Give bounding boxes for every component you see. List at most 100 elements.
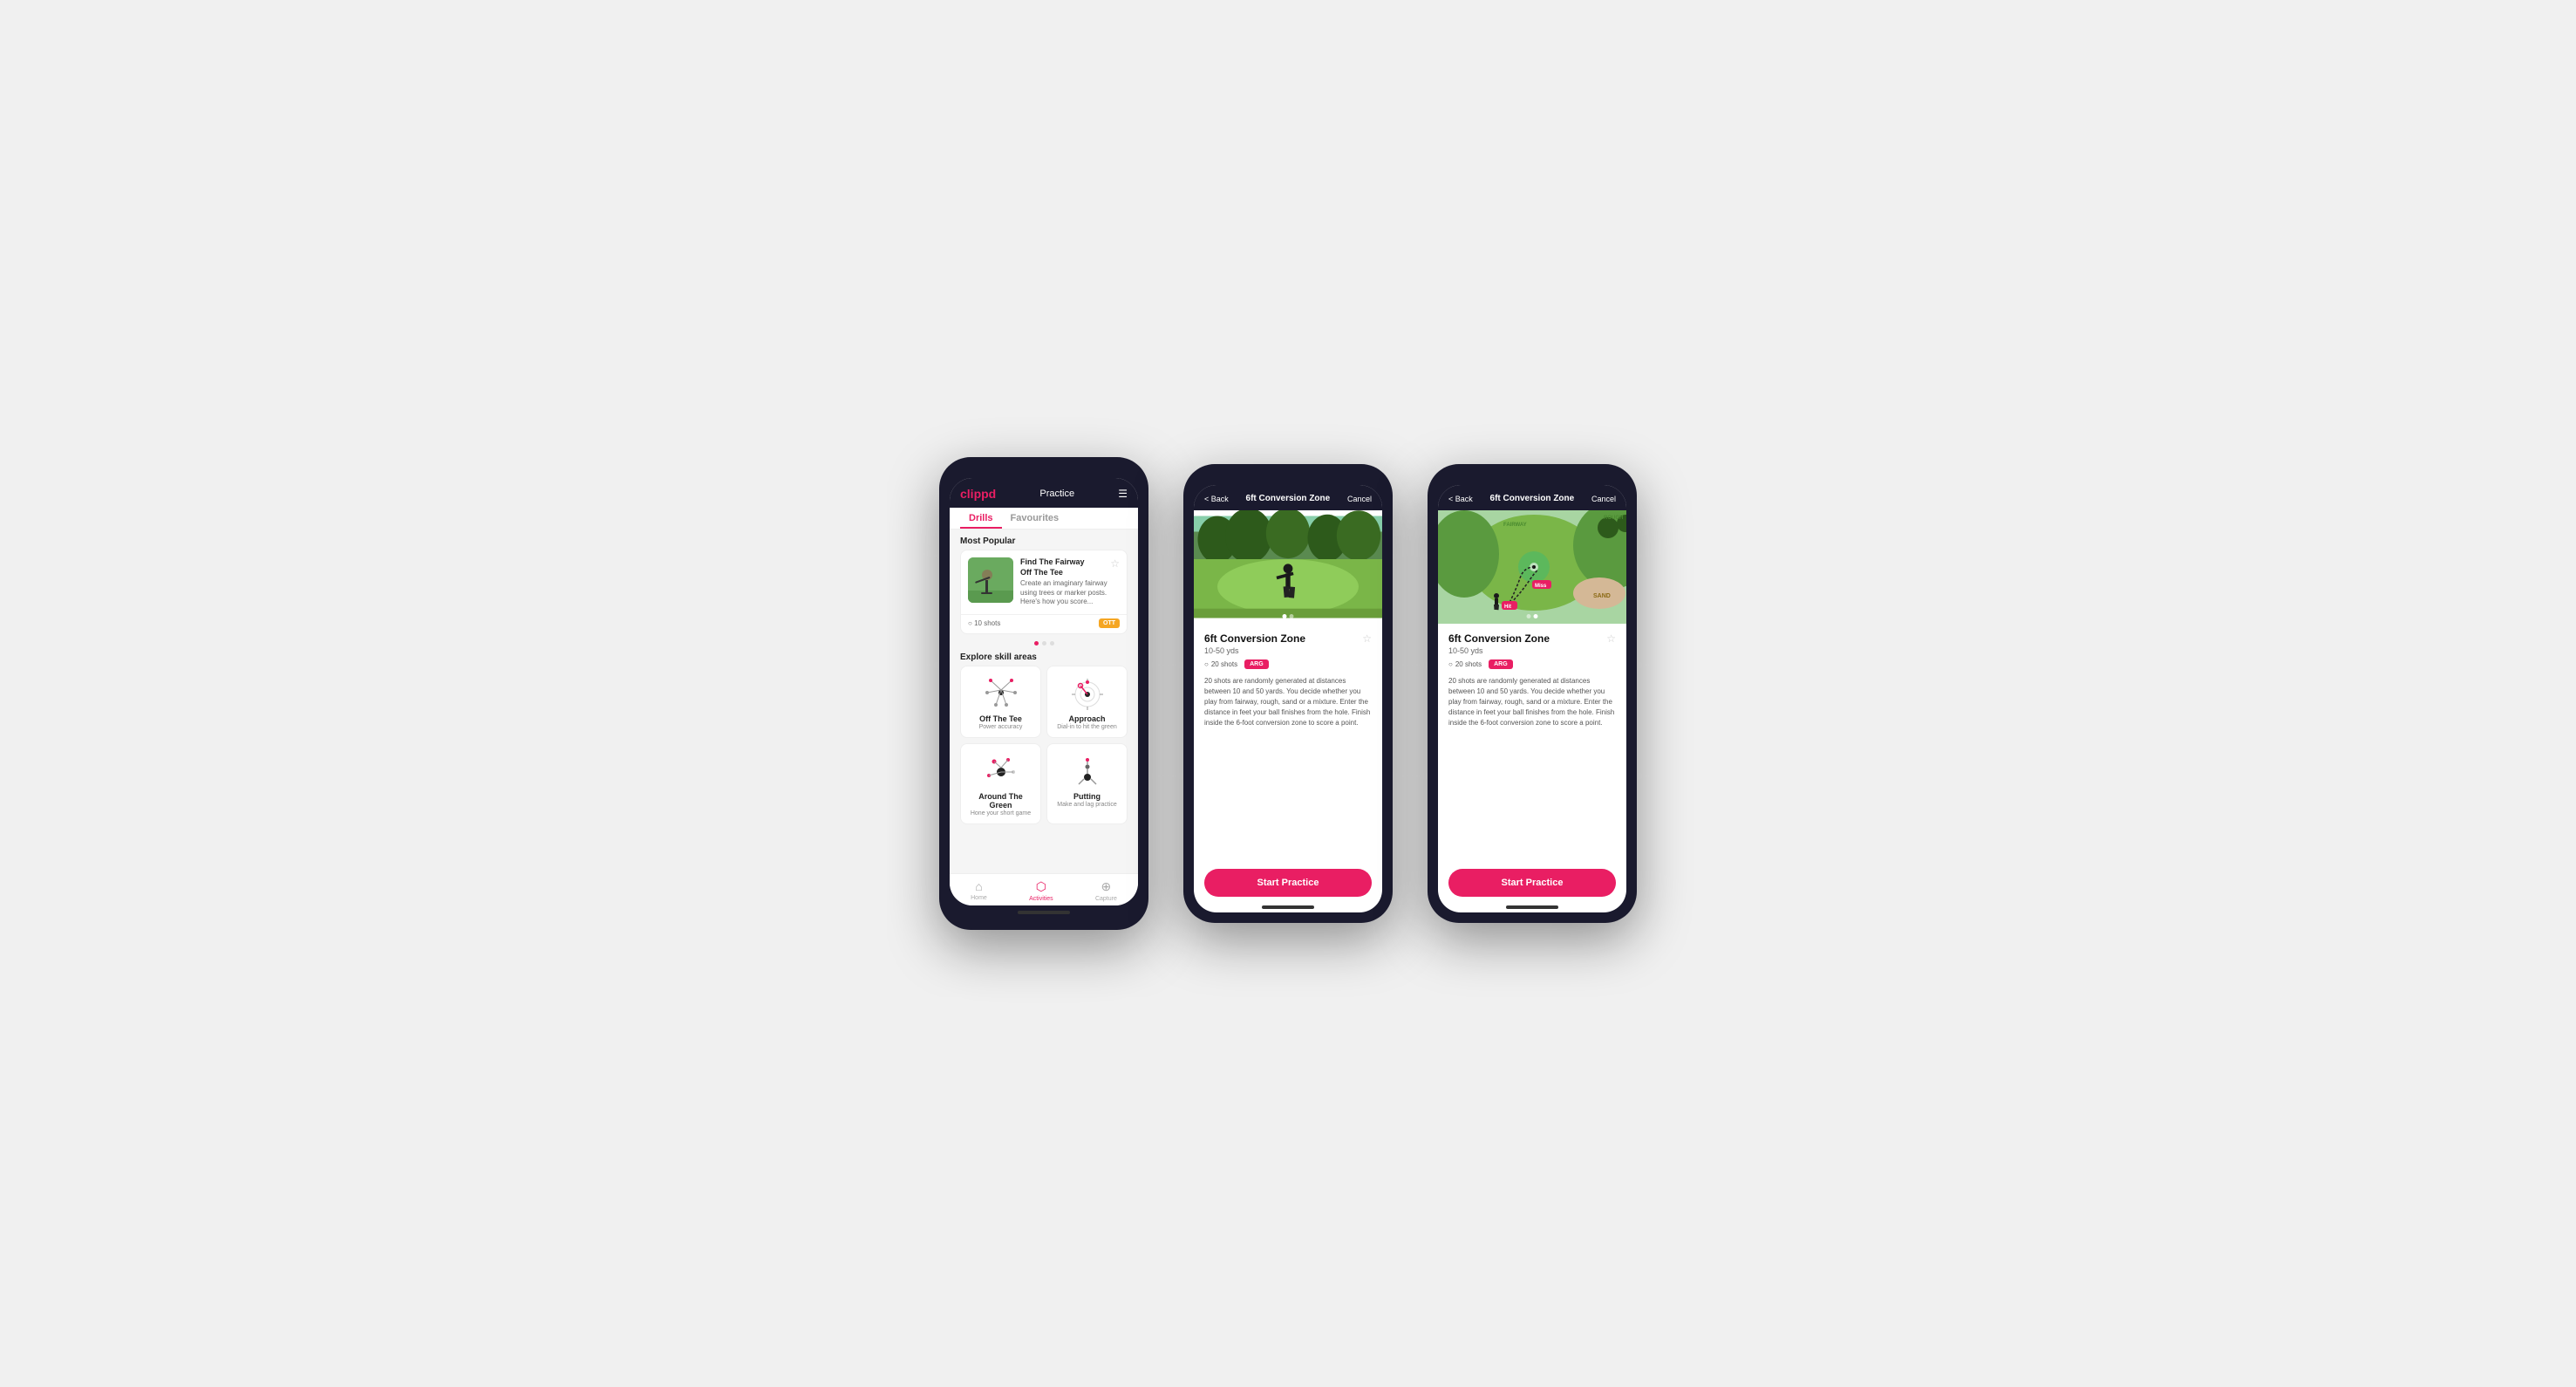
phone-screen: clippd Practice ☰ Drills Favourites Most… <box>950 478 1138 905</box>
drill-description-2: 20 shots are randomly generated at dista… <box>1204 676 1372 728</box>
home-bar <box>1018 911 1070 914</box>
most-popular-title: Most Popular <box>950 530 1138 550</box>
back-button-3[interactable]: < Back <box>1448 495 1473 503</box>
scene: clippd Practice ☰ Drills Favourites Most… <box>904 422 1672 965</box>
skill-grid: Off The Tee Power accuracy <box>950 666 1138 831</box>
putting-skill-icon <box>1068 753 1107 788</box>
drill-title-row-2: 6ft Conversion Zone 10-50 yds ☆ <box>1204 632 1372 655</box>
start-practice-button-3[interactable]: Start Practice <box>1448 869 1616 897</box>
shots-badge-2: ○ 20 shots <box>1204 660 1237 668</box>
capture-icon: ⊕ <box>1101 879 1112 894</box>
approach-icon-area <box>1066 673 1109 712</box>
drill-meta-3: ○ 20 shots ARG <box>1448 659 1616 669</box>
phone-practice-list: clippd Practice ☰ Drills Favourites Most… <box>939 457 1148 930</box>
phone-drill-photo: < Back 6ft Conversion Zone Cancel <box>1183 464 1393 923</box>
activities-icon: ⬡ <box>1036 879 1046 894</box>
ott-badge: OTT <box>1099 618 1120 628</box>
dot-2 <box>1042 641 1046 646</box>
activities-label: Activities <box>1029 896 1053 902</box>
drill-subtitle: Off The Tee <box>1020 568 1085 578</box>
golf-photo-svg <box>1194 510 1382 624</box>
app-header: clippd Practice ☰ <box>950 478 1138 508</box>
svg-text:Hit: Hit <box>1504 605 1511 610</box>
drill-description-3: 20 shots are randomly generated at dista… <box>1448 676 1616 728</box>
favourite-icon-2[interactable]: ☆ <box>1362 632 1372 645</box>
home-bar-2 <box>1262 905 1314 909</box>
photo-dots <box>1283 614 1294 618</box>
shots-count: ○ 10 shots <box>968 619 1000 627</box>
drill-meta-2: ○ 20 shots ARG <box>1204 659 1372 669</box>
bottom-nav: ⌂ Home ⬡ Activities ⊕ Capture <box>950 873 1138 905</box>
phone-drill-map: < Back 6ft Conversion Zone Cancel SAND <box>1428 464 1637 923</box>
drill-name-2: 6ft Conversion Zone <box>1204 632 1305 645</box>
drill-description-short: Create an imaginary fairway using trees … <box>1020 579 1120 606</box>
golf-thumbnail-svg <box>968 557 1013 603</box>
detail-header-3: < Back 6ft Conversion Zone Cancel <box>1438 485 1626 510</box>
home-icon: ⌂ <box>975 879 982 893</box>
favourite-icon[interactable]: ☆ <box>1110 557 1120 570</box>
cancel-button-2[interactable]: Cancel <box>1347 495 1372 503</box>
capture-label: Capture <box>1095 896 1117 902</box>
clock-icon: ○ <box>968 619 972 627</box>
home-bar-3 <box>1506 905 1558 909</box>
skill-card-atg[interactable]: Around The Green Hone your short game <box>960 743 1041 824</box>
img-dot-1 <box>1283 614 1287 618</box>
skill-card-putting[interactable]: Putting Make and lag practice <box>1046 743 1128 824</box>
ott-name: Off The Tee <box>979 714 1022 723</box>
svg-text:SAND: SAND <box>1593 593 1611 599</box>
nav-home[interactable]: ⌂ Home <box>971 879 987 902</box>
atg-icon-area <box>979 751 1023 789</box>
skill-card-ott[interactable]: Off The Tee Power accuracy <box>960 666 1041 738</box>
start-practice-button-2[interactable]: Start Practice <box>1204 869 1372 897</box>
cancel-button-3[interactable]: Cancel <box>1591 495 1616 503</box>
img-dot-2 <box>1290 614 1294 618</box>
featured-drill-card[interactable]: Find The Fairway Off The Tee ☆ Create an… <box>960 550 1128 634</box>
dot-3 <box>1050 641 1054 646</box>
arg-badge-3: ARG <box>1489 659 1513 669</box>
drill-thumbnail <box>968 557 1013 603</box>
drill-range-3: 10-50 yds <box>1448 646 1550 655</box>
carousel-dots <box>950 638 1138 649</box>
tab-favourites[interactable]: Favourites <box>1002 508 1068 529</box>
ott-icon-area <box>979 673 1023 712</box>
atg-desc: Hone your short game <box>971 810 1031 816</box>
map-dots <box>1527 614 1538 618</box>
tab-drills[interactable]: Drills <box>960 508 1002 529</box>
atg-skill-icon <box>982 753 1020 788</box>
putting-icon-area <box>1066 751 1109 789</box>
phone-screen-2: < Back 6ft Conversion Zone Cancel <box>1194 485 1382 912</box>
card-footer: ○ 10 shots OTT <box>961 614 1127 633</box>
nav-activities[interactable]: ⬡ Activities <box>1029 879 1053 902</box>
header-title: Practice <box>1039 489 1074 499</box>
nav-capture[interactable]: ⊕ Capture <box>1095 879 1117 902</box>
map-dot-1 <box>1527 614 1531 618</box>
arg-badge-2: ARG <box>1244 659 1269 669</box>
ott-skill-icon <box>982 675 1020 710</box>
putting-desc: Make and lag practice <box>1057 802 1116 808</box>
detail-title-2: 6ft Conversion Zone <box>1246 494 1331 503</box>
clock-icon-3: ○ <box>1448 660 1453 668</box>
ott-desc: Power accuracy <box>979 724 1023 730</box>
shots-badge-3: ○ 20 shots <box>1448 660 1482 668</box>
phone-screen-3: < Back 6ft Conversion Zone Cancel SAND <box>1438 485 1626 912</box>
back-button-2[interactable]: < Back <box>1204 495 1229 503</box>
tabs-container: Drills Favourites <box>950 508 1138 530</box>
map-dot-2 <box>1534 614 1538 618</box>
favourite-icon-3[interactable]: ☆ <box>1606 632 1616 645</box>
putting-name: Putting <box>1073 792 1101 801</box>
clock-icon-2: ○ <box>1204 660 1209 668</box>
drill-title-row-3: 6ft Conversion Zone 10-50 yds ☆ <box>1448 632 1616 655</box>
drill-content-3: 6ft Conversion Zone 10-50 yds ☆ ○ 20 sho… <box>1438 624 1626 862</box>
app-logo: clippd <box>960 487 996 501</box>
atg-name: Around The Green <box>968 792 1033 810</box>
drill-content-2: 6ft Conversion Zone 10-50 yds ☆ ○ 20 sho… <box>1194 624 1382 862</box>
drill-info: Find The Fairway Off The Tee ☆ Create an… <box>1020 557 1120 607</box>
drill-map-container: SAND ROUGH FAIRWAY <box>1438 510 1626 624</box>
detail-header-2: < Back 6ft Conversion Zone Cancel <box>1194 485 1382 510</box>
drill-range-2: 10-50 yds <box>1204 646 1305 655</box>
svg-text:Miss: Miss <box>1535 584 1547 589</box>
drill-name-3: 6ft Conversion Zone <box>1448 632 1550 645</box>
menu-icon[interactable]: ☰ <box>1118 488 1128 500</box>
content-scroll: Most Popular <box>950 530 1138 873</box>
skill-card-approach[interactable]: Approach Dial-in to hit the green <box>1046 666 1128 738</box>
